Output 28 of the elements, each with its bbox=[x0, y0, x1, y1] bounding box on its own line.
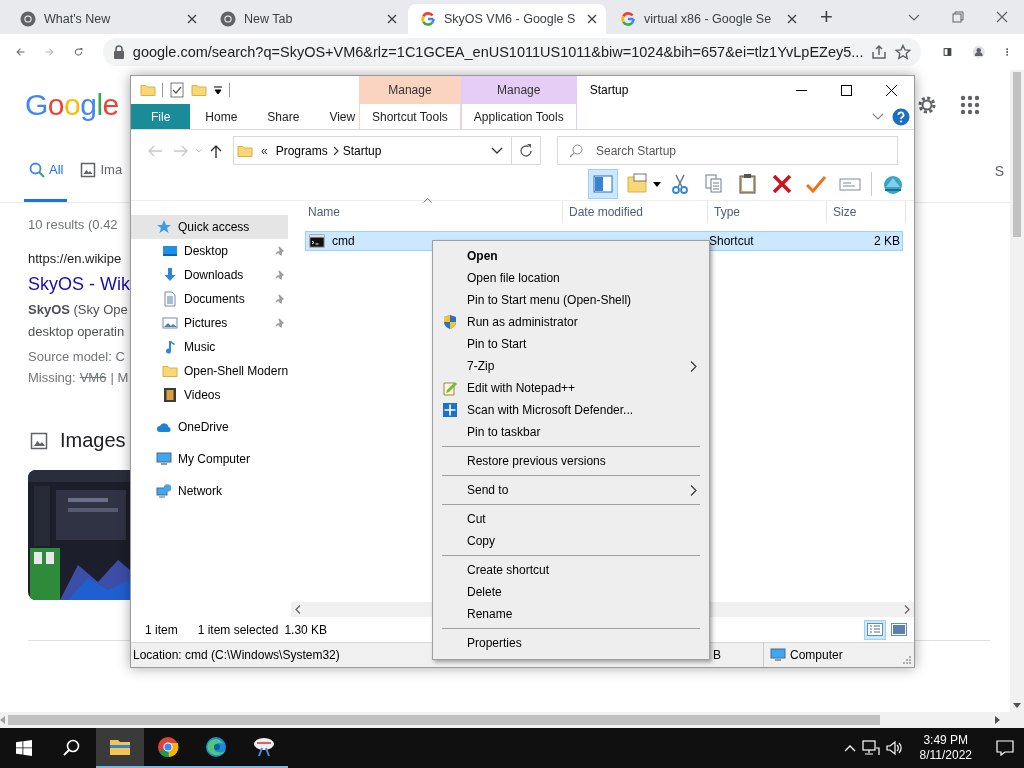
selection-size: 1.30 KB bbox=[284, 622, 328, 637]
selection-count: 1 item selected bbox=[197, 622, 279, 637]
result-snippet: SkyOS (Sky Ope bbox=[28, 301, 128, 319]
result-source: Source model: C bbox=[28, 349, 125, 364]
file-type: Shortcut bbox=[709, 234, 755, 248]
result-stats: 10 results (0.42 bbox=[28, 217, 118, 232]
section-heading: Images bbox=[60, 429, 126, 452]
location-text: Location: cmd (C:\Windows\System32) bbox=[133, 648, 341, 662]
logo-letter: o bbox=[47, 88, 65, 121]
url-text: google.com/search?q=SkyOS+VM6&rlz=1C1GCEA_enUS1011US1011&biw=1024&bih=657&ei=tlz1YvLpEZey5... bbox=[132, 44, 864, 60]
window-title: Startup bbox=[588, 82, 630, 99]
result-snippet: desktop operatin bbox=[28, 323, 125, 341]
logo-letter: o bbox=[64, 88, 81, 121]
file-size: 2 KB bbox=[873, 234, 901, 248]
tab-group-label: Manage bbox=[460, 76, 577, 104]
logo-letter: e bbox=[102, 88, 119, 121]
logo-letter: G bbox=[25, 88, 48, 121]
logo-letter: l bbox=[96, 88, 103, 121]
missing-rest: | M bbox=[110, 370, 129, 385]
result-url: https://en.wikipe bbox=[28, 251, 122, 266]
file-name: cmd bbox=[332, 234, 355, 248]
zone-text: Computer bbox=[790, 648, 843, 662]
item-count: 1 item bbox=[145, 622, 178, 637]
tab-group-label: Manage bbox=[359, 76, 461, 104]
missing-label: Missing: bbox=[28, 370, 76, 385]
missing-term: VM6 bbox=[79, 370, 107, 385]
logo-letter: g bbox=[80, 88, 97, 121]
size-text: B bbox=[713, 648, 722, 662]
